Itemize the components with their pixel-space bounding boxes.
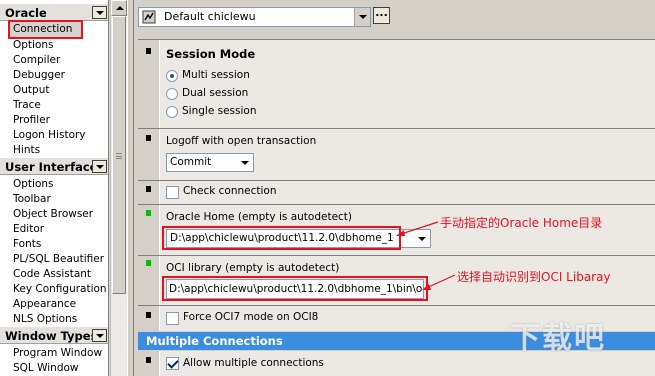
watermark-logo: 下载吧	[510, 321, 606, 356]
arrow-head-icon	[396, 230, 405, 236]
annotation-oracle-home: 手动指定的Oracle Home目录	[440, 216, 603, 230]
annotation-oci-library: 选择自动识别到OCI Libaray	[457, 270, 611, 284]
arrow-head-icon	[422, 284, 431, 290]
